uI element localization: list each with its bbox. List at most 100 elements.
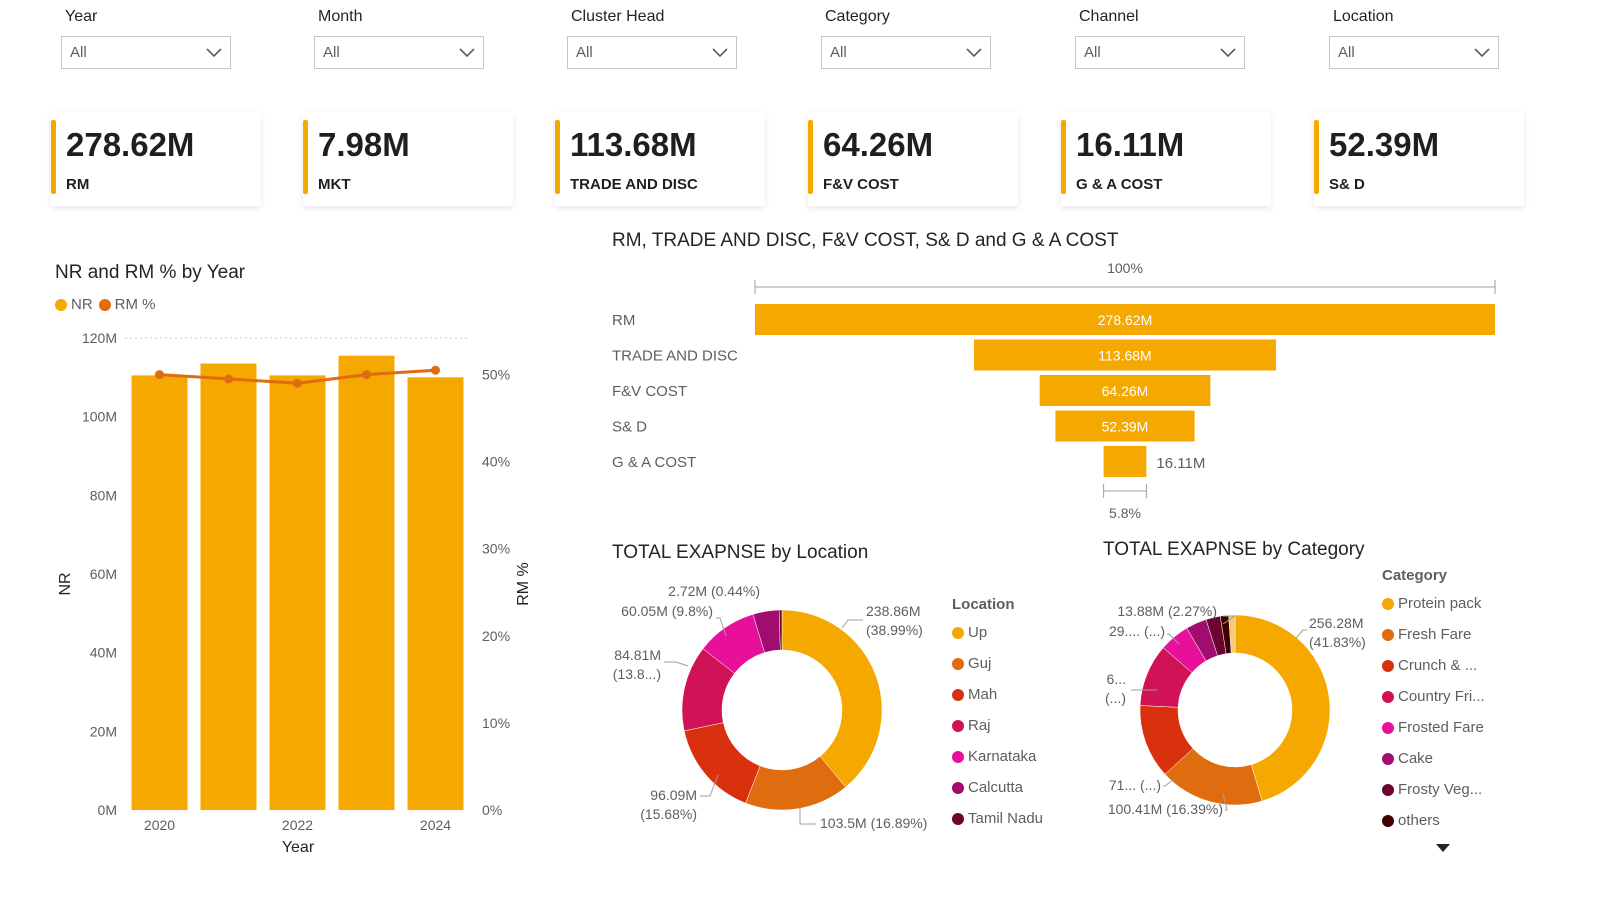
slicer-cluster-head: Cluster Head All bbox=[567, 8, 737, 69]
donut-data-label: 103.5M (16.89%) bbox=[820, 815, 927, 831]
legend-dot bbox=[98, 298, 111, 311]
y2-tick-label: 40% bbox=[482, 454, 510, 470]
legend-item-location[interactable]: Karnataka bbox=[952, 741, 1043, 772]
slicer-value: All bbox=[1338, 44, 1355, 61]
chevron-down-icon[interactable] bbox=[1474, 47, 1490, 58]
legend-item-category[interactable]: Protein pack bbox=[1382, 588, 1485, 619]
kpi-card-trade-and-disc: 113.68M TRADE AND DISC bbox=[555, 112, 765, 206]
legend-item-rm-pct[interactable]: RM % bbox=[98, 296, 156, 313]
legend-label: Mah bbox=[968, 686, 998, 703]
legend-item-nr[interactable]: NR bbox=[55, 296, 93, 313]
slicer-value: All bbox=[70, 44, 87, 61]
location-donut-chart[interactable]: 238.86M (38.99%) 103.5M (16.89%) 96.09M (15.… bbox=[600, 570, 950, 860]
legend-item-location[interactable]: Calcutta bbox=[952, 772, 1043, 803]
chevron-down-icon[interactable] bbox=[459, 47, 475, 58]
donut-data-label: (13.8...) bbox=[613, 666, 661, 682]
legend-item-location[interactable]: Tamil Nadu bbox=[952, 803, 1043, 834]
kpi-label: F&V COST bbox=[823, 176, 899, 193]
legend-dot bbox=[1382, 659, 1394, 672]
slicer-value: All bbox=[1084, 44, 1101, 61]
kpi-label: TRADE AND DISC bbox=[570, 176, 698, 193]
y2-tick-label: 30% bbox=[482, 541, 510, 557]
cost-funnel-chart[interactable]: 100% RM 278.62M TRADE AND DISC 113.68M F&V CO… bbox=[600, 256, 1560, 536]
cluster-head-dropdown[interactable]: All bbox=[567, 36, 737, 69]
legend-items: Protein pack Fresh Fare Crunch & ... Countr… bbox=[1382, 588, 1485, 836]
y-tick-label: 20M bbox=[90, 723, 117, 739]
kpi-accent-bar bbox=[555, 120, 560, 194]
legend-item-location[interactable]: Up bbox=[952, 617, 1043, 648]
y2-tick-label: 10% bbox=[482, 715, 510, 731]
funnel-top-label: 100% bbox=[1107, 260, 1143, 276]
legend-dot bbox=[952, 688, 964, 701]
legend-dot bbox=[952, 626, 964, 639]
funnel-value-label: 16.11M bbox=[1156, 455, 1205, 472]
funnel-category-label: TRADE AND DISC bbox=[612, 348, 738, 365]
donut-data-label: (41.83%) bbox=[1309, 634, 1366, 650]
legend-dot bbox=[55, 298, 67, 311]
legend-item-category[interactable]: Fresh Fare bbox=[1382, 619, 1485, 650]
chevron-down-icon[interactable] bbox=[206, 47, 222, 58]
legend-dot bbox=[952, 750, 964, 763]
legend-item-category[interactable]: Cake bbox=[1382, 743, 1485, 774]
legend-item-category[interactable]: Frosty Veg... bbox=[1382, 774, 1485, 805]
location-dropdown[interactable]: All bbox=[1329, 36, 1499, 69]
legend-item-location[interactable]: Guj bbox=[952, 648, 1043, 679]
legend-label: Raj bbox=[968, 717, 991, 734]
legend-dot bbox=[952, 812, 964, 825]
chart-title-nr-rm: NR and RM % by Year bbox=[55, 262, 246, 283]
legend-dot bbox=[952, 657, 964, 670]
y-tick-label: 120M bbox=[82, 330, 117, 346]
label-leader-line bbox=[664, 661, 689, 667]
bar-nr bbox=[269, 375, 326, 810]
point-rm-pct bbox=[293, 378, 302, 388]
legend-item-location[interactable]: Mah bbox=[952, 679, 1043, 710]
chart-title-category: TOTAL EXAPNSE by Category bbox=[1103, 539, 1365, 560]
category-donut-chart[interactable]: 256.28M (41.83%) 100.41M (16.39%) 71... (..… bbox=[1095, 570, 1375, 860]
kpi-value: 278.62M bbox=[66, 126, 195, 163]
legend-item-category[interactable]: Country Fri... bbox=[1382, 681, 1485, 712]
slicer-label: Cluster Head bbox=[571, 8, 665, 25]
legend-item-category[interactable]: others bbox=[1382, 805, 1485, 836]
nr-rm-combo-chart[interactable]: 0M 20M 40M 60M 80M 100M 120M 0% 10% 20% 30% 40% 50% 2… bbox=[0, 320, 560, 880]
kpi-card-ga-cost: 16.11M G & A COST bbox=[1061, 112, 1271, 206]
channel-dropdown[interactable]: All bbox=[1075, 36, 1245, 69]
legend-dot bbox=[1382, 721, 1394, 734]
legend-label: Cake bbox=[1398, 750, 1434, 767]
legend-dot bbox=[1382, 628, 1394, 641]
legend-label: Tamil Nadu bbox=[968, 810, 1044, 827]
kpi-accent-bar bbox=[1314, 120, 1319, 194]
y-tick-label: 0M bbox=[98, 802, 117, 818]
legend-item-location[interactable]: Raj bbox=[952, 710, 1043, 741]
donut-data-label: (...) bbox=[1105, 690, 1126, 706]
slicer-label: Month bbox=[318, 8, 363, 25]
point-rm-pct bbox=[224, 374, 233, 384]
category-dropdown[interactable]: All bbox=[821, 36, 991, 69]
legend-title: Location bbox=[952, 596, 1015, 613]
legend-label: Up bbox=[968, 624, 988, 641]
label-leader-line bbox=[1295, 629, 1307, 639]
chevron-down-icon[interactable] bbox=[712, 47, 728, 58]
month-dropdown[interactable]: All bbox=[314, 36, 484, 69]
kpi-accent-bar bbox=[808, 120, 813, 194]
location-legend: Location Up Guj Mah Raj Karnataka Calcutta Tam… bbox=[952, 596, 1043, 834]
scroll-down-icon[interactable] bbox=[1436, 840, 1450, 858]
legend-item-category[interactable]: Crunch & ... bbox=[1382, 650, 1485, 681]
legend-dot bbox=[1382, 783, 1394, 796]
donut-data-label: 96.09M bbox=[650, 787, 697, 803]
legend-label: RM % bbox=[114, 296, 156, 313]
legend-item-category[interactable]: Frosted Fare bbox=[1382, 712, 1485, 743]
funnel-bar bbox=[1103, 446, 1147, 477]
funnel-value-label: 52.39M bbox=[1102, 419, 1149, 435]
chevron-down-icon[interactable] bbox=[966, 47, 982, 58]
y2-axis-title: RM % bbox=[515, 562, 532, 606]
bar-nr bbox=[131, 375, 188, 810]
slicer-category: Category All bbox=[821, 8, 991, 69]
slicer-label: Location bbox=[1333, 8, 1394, 25]
chart-title-location: TOTAL EXAPNSE by Location bbox=[612, 542, 869, 563]
point-rm-pct bbox=[362, 370, 371, 380]
x-tick-label: 2022 bbox=[282, 817, 313, 833]
kpi-accent-bar bbox=[1061, 120, 1066, 194]
chevron-down-icon[interactable] bbox=[1220, 47, 1236, 58]
legend-label: Country Fri... bbox=[1398, 688, 1485, 705]
year-dropdown[interactable]: All bbox=[61, 36, 231, 69]
